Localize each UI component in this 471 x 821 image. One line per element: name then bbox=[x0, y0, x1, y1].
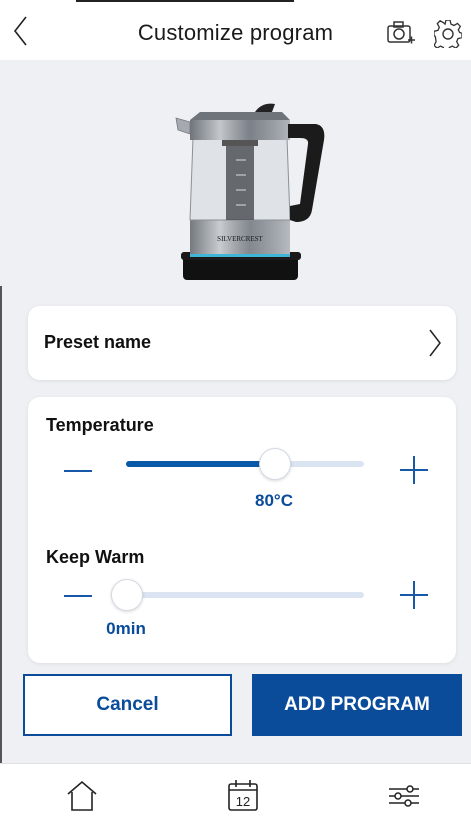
brand-logo: SILVERCREST bbox=[217, 235, 263, 243]
keep-warm-increase-button[interactable] bbox=[400, 581, 428, 609]
product-image-area: SILVERCREST bbox=[0, 60, 471, 286]
calendar-icon[interactable]: 12 bbox=[225, 778, 261, 814]
keep-warm-decrease-button[interactable] bbox=[64, 595, 92, 597]
gear-icon[interactable] bbox=[434, 20, 462, 48]
keep-warm-label: Keep Warm bbox=[46, 547, 145, 567]
temperature-decrease-button[interactable] bbox=[64, 470, 92, 472]
cancel-button[interactable]: Cancel bbox=[23, 674, 232, 736]
sliders-icon[interactable] bbox=[386, 778, 422, 814]
temperature-increase-button[interactable] bbox=[400, 456, 428, 484]
app-header: Customize program bbox=[0, 0, 471, 60]
preset-name-label: Preset name bbox=[44, 332, 152, 352]
temperature-label: Temperature bbox=[46, 415, 154, 435]
bottom-navigation: 12 bbox=[0, 763, 471, 821]
temperature-value: 80°C bbox=[255, 491, 293, 510]
keep-warm-slider[interactable] bbox=[111, 579, 364, 611]
preset-name-row[interactable]: Preset name bbox=[28, 306, 456, 380]
chevron-right-icon bbox=[429, 329, 441, 357]
top-divider bbox=[76, 0, 294, 2]
add-program-button[interactable]: ADD PROGRAM bbox=[252, 674, 462, 736]
program-settings-card: Temperature 80°C Keep Warm 0min bbox=[28, 397, 456, 663]
camera-add-icon[interactable] bbox=[386, 20, 416, 46]
temperature-slider[interactable] bbox=[126, 448, 364, 480]
kettle-image: SILVERCREST bbox=[175, 103, 325, 280]
calendar-day: 12 bbox=[236, 794, 250, 809]
keep-warm-slider-thumb[interactable] bbox=[111, 579, 143, 611]
temperature-slider-thumb[interactable] bbox=[259, 448, 291, 480]
temperature-slider-fill bbox=[126, 461, 274, 467]
home-icon[interactable] bbox=[64, 778, 100, 814]
keep-warm-value: 0min bbox=[106, 619, 146, 638]
